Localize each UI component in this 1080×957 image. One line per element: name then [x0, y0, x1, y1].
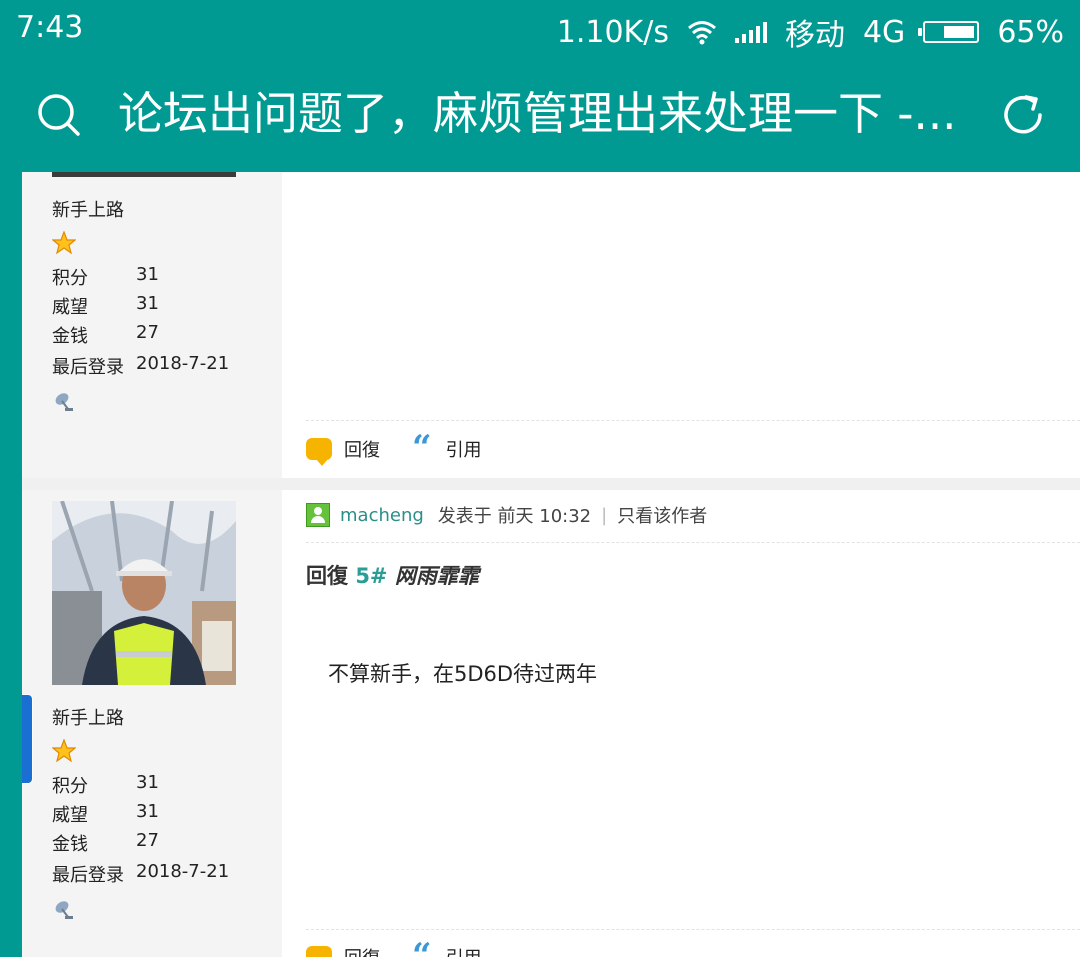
reply-button[interactable]: 回復: [344, 436, 380, 462]
battery-icon: [918, 21, 980, 43]
divider: [306, 542, 1080, 543]
stat-prestige: 威望 31: [52, 293, 159, 318]
stat-points: 积分 31: [52, 264, 159, 289]
satellite-icon[interactable]: [52, 389, 76, 413]
author-panel: 新手上路 积分 31 威望 31 金钱 27 最后登录 2018-7-21: [22, 490, 282, 957]
meta-separator: |: [601, 504, 608, 526]
status-indicators: 1.10K/s 移动 4G 65%: [557, 10, 1064, 54]
posted-label: 发表于: [437, 506, 492, 527]
post-body: 回復 “ 引用: [282, 172, 1080, 478]
network-type: 4G: [862, 14, 906, 50]
author-rank: 新手上路: [52, 200, 124, 221]
post-body: macheng 发表于 前天 10:32 | 只看该作者 回復 5# 网雨霏霏 …: [282, 490, 1080, 957]
quote-button[interactable]: 引用: [446, 436, 482, 462]
star-icon: [52, 231, 76, 255]
stat-last-login: 最后登录 2018-7-21: [52, 353, 230, 378]
star-icon: [52, 739, 76, 763]
thread-content[interactable]: 新手上路 积分 31 威望 31 金钱 27 最后登录 2018-7-21 回復 “ 引…: [22, 172, 1080, 957]
search-icon[interactable]: [36, 92, 80, 136]
only-author-link[interactable]: 只看该作者: [617, 502, 707, 528]
status-time: 7:43: [16, 10, 84, 45]
stat-points: 积分 31: [52, 772, 159, 797]
stat-last-login: 最后登录 2018-7-21: [52, 861, 230, 886]
divider: [306, 929, 1080, 930]
stat-money: 金钱 27: [52, 830, 159, 855]
side-drawer-tab[interactable]: [22, 694, 33, 784]
refresh-icon[interactable]: [1000, 92, 1046, 138]
post-actions: 回復 “ 引用: [306, 936, 482, 957]
reply-floor-link[interactable]: 5#: [355, 564, 387, 588]
reply-button[interactable]: 回復: [344, 944, 380, 957]
satellite-icon[interactable]: [52, 897, 76, 921]
reply-quote-header: 回復 5# 网雨霏霏: [306, 564, 479, 588]
reply-icon: [306, 946, 332, 957]
post-meta: macheng 发表于 前天 10:32 | 只看该作者: [306, 502, 707, 528]
post-separator: [22, 478, 1080, 490]
reply-to-user: 网雨霏霏: [394, 564, 479, 588]
signal-icon: [734, 21, 767, 43]
page-title: 论坛出问题了，麻烦管理出来处理一下 -...: [118, 87, 957, 140]
avatar[interactable]: [52, 172, 236, 177]
user-icon: [306, 503, 330, 527]
post-message: 不算新手，在5D6D待过两年: [328, 662, 598, 686]
title-bar: 论坛出问题了，麻烦管理出来处理一下 -...: [0, 56, 1080, 172]
net-speed: 1.10K/s: [556, 14, 669, 50]
quote-icon: “: [412, 936, 432, 957]
stat-money: 金钱 27: [52, 322, 159, 347]
avatar[interactable]: [52, 501, 236, 685]
post-item: 新手上路 积分 31 威望 31 金钱 27 最后登录 2018-7-21 machen…: [22, 490, 1080, 957]
post-item: 新手上路 积分 31 威望 31 金钱 27 最后登录 2018-7-21 回復 “ 引…: [22, 172, 1080, 478]
author-panel: 新手上路 积分 31 威望 31 金钱 27 最后登录 2018-7-21: [22, 172, 282, 478]
author-rank: 新手上路: [52, 708, 124, 729]
divider: [306, 420, 1080, 421]
status-bar: 7:43 1.10K/s 移动 4G 65%: [0, 0, 1080, 56]
post-actions: 回復 “ 引用: [306, 428, 482, 468]
reply-icon: [306, 438, 332, 466]
wifi-icon: [688, 21, 716, 45]
stat-prestige: 威望 31: [52, 801, 159, 826]
author-username[interactable]: macheng: [340, 505, 424, 526]
battery-percent: 65%: [997, 14, 1064, 50]
posted-time: 前天 10:32: [497, 506, 592, 527]
carrier: 移动: [784, 18, 845, 53]
quote-icon: “: [412, 428, 432, 468]
quote-button[interactable]: 引用: [446, 944, 482, 957]
